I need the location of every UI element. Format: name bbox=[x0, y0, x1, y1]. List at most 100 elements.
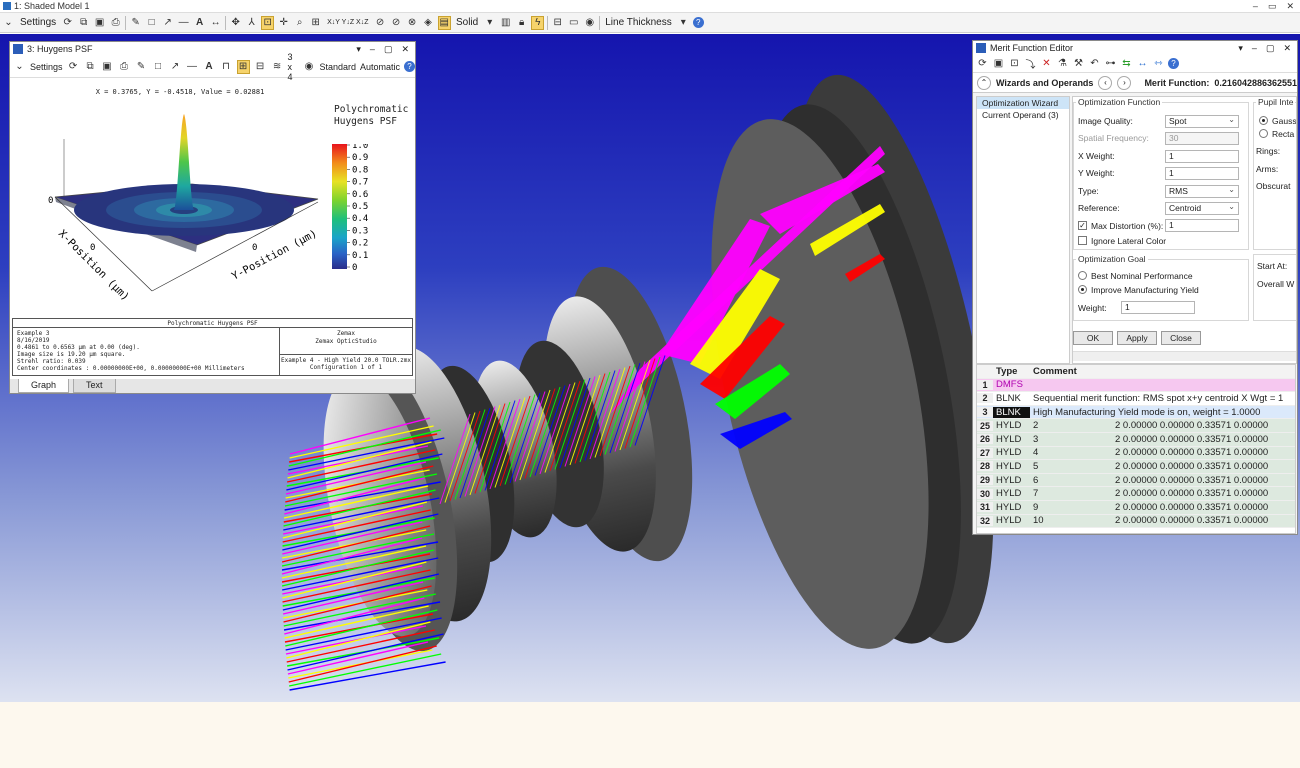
operand-comment[interactable]: 6 bbox=[1030, 475, 1115, 486]
help-icon[interactable]: ? bbox=[692, 17, 704, 28]
operand-type-dropdown[interactable]: HYLD bbox=[993, 420, 1030, 431]
operand-values[interactable]: 2 0.00000 0.00000 0.33571 0.00000 bbox=[1115, 502, 1295, 513]
restore-button[interactable]: ▭ bbox=[1268, 1, 1277, 12]
maximize-button[interactable]: ▢ bbox=[384, 44, 393, 55]
operand-type-dropdown[interactable]: HYLD bbox=[993, 461, 1030, 472]
table-row[interactable]: 1 DMFS bbox=[977, 378, 1295, 393]
table-row[interactable]: 29 HYLD 6 2 0.00000 0.00000 0.33571 0.00000 bbox=[977, 473, 1295, 488]
tab-text[interactable]: Text bbox=[73, 379, 116, 393]
window-icon[interactable]: ⊟ bbox=[551, 16, 564, 30]
image-quality-dropdown[interactable]: Spot bbox=[1165, 114, 1239, 128]
psf-settings-button[interactable]: Settings bbox=[30, 62, 63, 72]
close-button[interactable]: ✕ bbox=[401, 44, 409, 55]
operand-type-dropdown[interactable]: BLNK bbox=[993, 406, 1030, 418]
print-icon[interactable]: ⎙ bbox=[118, 60, 131, 74]
weight-field[interactable]: 1 bbox=[1121, 301, 1195, 314]
line-thickness-dropdown[interactable]: Line Thickness bbox=[603, 17, 674, 28]
chevron-down-icon[interactable]: ⌄ bbox=[13, 60, 26, 74]
copy-icon[interactable]: ⧉ bbox=[84, 60, 97, 74]
operand-values[interactable]: 2 0.00000 0.00000 0.33571 0.00000 bbox=[1115, 515, 1295, 526]
circle-icon[interactable]: ◉ bbox=[583, 16, 596, 30]
axes-view-buttons[interactable]: X↓Y Y↓Z X↓Z bbox=[325, 19, 370, 26]
lightning-icon[interactable]: ϟ bbox=[531, 15, 545, 30]
text-icon[interactable]: A bbox=[193, 16, 206, 30]
operand-type-dropdown[interactable]: HYLD bbox=[993, 488, 1030, 499]
close-button[interactable]: ✕ bbox=[1286, 1, 1294, 12]
table-row[interactable]: 2 BLNK Sequential merit function: RMS spot… bbox=[977, 392, 1295, 406]
sync-icon[interactable]: ⇆ bbox=[1120, 57, 1133, 71]
operand-type-dropdown[interactable]: HYLD bbox=[993, 434, 1030, 445]
ok-button[interactable]: OK bbox=[1073, 331, 1113, 345]
table-row[interactable]: 26 HYLD 3 2 0.00000 0.00000 0.33571 0.00000 bbox=[977, 432, 1295, 447]
rectangle-icon[interactable]: □ bbox=[145, 16, 158, 30]
tools-icon[interactable]: ⚒ bbox=[1072, 57, 1085, 71]
close-button[interactable]: Close bbox=[1161, 331, 1201, 345]
layers-icon[interactable]: ≋ bbox=[271, 60, 284, 74]
gauss-radio[interactable] bbox=[1259, 116, 1268, 125]
horizontal-scrollbar[interactable] bbox=[1073, 351, 1296, 361]
window-icon[interactable]: ⊟ bbox=[254, 60, 267, 74]
table-row[interactable]: 25 HYLD 2 2 0.00000 0.00000 0.33571 0.00000 bbox=[977, 419, 1295, 433]
minimize-button[interactable]: – bbox=[1253, 1, 1258, 12]
line-icon[interactable]: — bbox=[186, 60, 199, 74]
layers-icon[interactable]: ▤ bbox=[437, 15, 451, 30]
y-weight-field[interactable]: 1 bbox=[1165, 167, 1239, 180]
automatic-dropdown[interactable]: Automatic bbox=[360, 62, 400, 72]
arrows-icon[interactable]: ↔ bbox=[1136, 57, 1149, 71]
huygens-psf-window[interactable]: 3: Huygens PSF ▾ – ▢ ✕ ⌄ Settings ⟳ ⧉ ▣ … bbox=[9, 41, 416, 394]
spatial-frequency-field[interactable]: 30 bbox=[1165, 132, 1239, 145]
improve-yield-radio[interactable] bbox=[1078, 285, 1087, 294]
tab-graph[interactable]: Graph bbox=[18, 379, 70, 393]
ignore-lateral-color-checkbox[interactable] bbox=[1078, 236, 1087, 245]
reference-dropdown[interactable]: Centroid bbox=[1165, 201, 1239, 215]
operand-values[interactable]: 2 0.00000 0.00000 0.33571 0.00000 bbox=[1115, 420, 1295, 431]
wizard-item-current-operand[interactable]: Current Operand (3) bbox=[977, 109, 1069, 121]
next-icon[interactable]: › bbox=[1117, 75, 1132, 90]
arrow-icon[interactable]: ↗ bbox=[161, 16, 174, 30]
operand-type-dropdown[interactable]: HYLD bbox=[993, 515, 1030, 526]
gradient-icon[interactable]: ▥ bbox=[499, 16, 512, 30]
open-icon[interactable]: ⊡ bbox=[1008, 57, 1021, 71]
pencil-icon[interactable]: ✎ bbox=[135, 60, 148, 74]
operand-values[interactable]: 2 0.00000 0.00000 0.33571 0.00000 bbox=[1115, 434, 1295, 445]
chevron-down-icon[interactable]: ▾ bbox=[356, 44, 361, 55]
table-row[interactable]: 31 HYLD 9 2 0.00000 0.00000 0.33571 0.00000 bbox=[977, 500, 1295, 515]
table-row[interactable]: 3 BLNK High Manufacturing Yield mode is on… bbox=[977, 405, 1295, 420]
monitor-icon[interactable]: ▭ bbox=[567, 16, 580, 30]
insert-icon[interactable]: ⤵ bbox=[1024, 57, 1037, 71]
apply-button[interactable]: Apply bbox=[1117, 331, 1157, 345]
settings-button[interactable]: Settings bbox=[18, 17, 58, 28]
expand-icon[interactable]: ⇿ bbox=[1152, 57, 1165, 71]
collapse-icon[interactable]: ⌃ bbox=[977, 75, 991, 90]
grid-option-dropdown[interactable]: 3 x 4 bbox=[288, 52, 299, 82]
fit-icon[interactable]: ⊞ bbox=[236, 59, 250, 74]
operand-type-dropdown[interactable]: HYLD bbox=[993, 475, 1030, 486]
comment-header[interactable]: Comment bbox=[1030, 366, 1295, 377]
chevron-down-icon[interactable]: ▾ bbox=[1238, 43, 1243, 54]
best-nominal-radio[interactable] bbox=[1078, 271, 1087, 280]
table-row[interactable]: 28 HYLD 5 2 0.00000 0.00000 0.33571 0.00000 bbox=[977, 460, 1295, 474]
undo-icon[interactable]: ↶ bbox=[1088, 57, 1101, 71]
operand-comment[interactable]: 2 bbox=[1030, 420, 1115, 431]
operand-comment[interactable]: 7 bbox=[1030, 488, 1115, 499]
operand-comment[interactable]: 3 bbox=[1030, 434, 1115, 445]
standard-dropdown[interactable]: Standard bbox=[319, 62, 356, 72]
operand-comment[interactable]: Sequential merit function: RMS spot x+y … bbox=[1030, 393, 1295, 404]
close-button[interactable]: ✕ bbox=[1283, 43, 1291, 54]
x-weight-field[interactable]: 1 bbox=[1165, 150, 1239, 163]
fit-icon[interactable]: ⊞ bbox=[309, 16, 322, 30]
minimize-button[interactable]: – bbox=[1252, 43, 1257, 54]
refresh-icon[interactable]: ⟳ bbox=[976, 57, 989, 71]
table-row[interactable]: 27 HYLD 4 2 0.00000 0.00000 0.33571 0.00000 bbox=[977, 446, 1295, 461]
no-rotate-icon[interactable]: ⊘ bbox=[374, 16, 387, 30]
operand-comment[interactable]: 4 bbox=[1030, 447, 1115, 458]
refresh-icon[interactable]: ⟳ bbox=[67, 60, 80, 74]
psf-surface-plot[interactable]: 0 0 0 X-Position (µm) Y-Position (µm) bbox=[12, 102, 332, 314]
operand-comment[interactable]: 9 bbox=[1030, 502, 1115, 513]
solid-dropdown[interactable]: Solid bbox=[454, 17, 480, 28]
zoom-window-icon[interactable]: ⊡ bbox=[261, 15, 275, 30]
pencil-icon[interactable]: ✎ bbox=[129, 16, 142, 30]
rotate-icon[interactable]: ✥ bbox=[229, 16, 242, 30]
operand-type-dropdown[interactable]: HYLD bbox=[993, 447, 1030, 458]
wizard-item-optimization[interactable]: Optimization Wizard bbox=[977, 97, 1069, 109]
